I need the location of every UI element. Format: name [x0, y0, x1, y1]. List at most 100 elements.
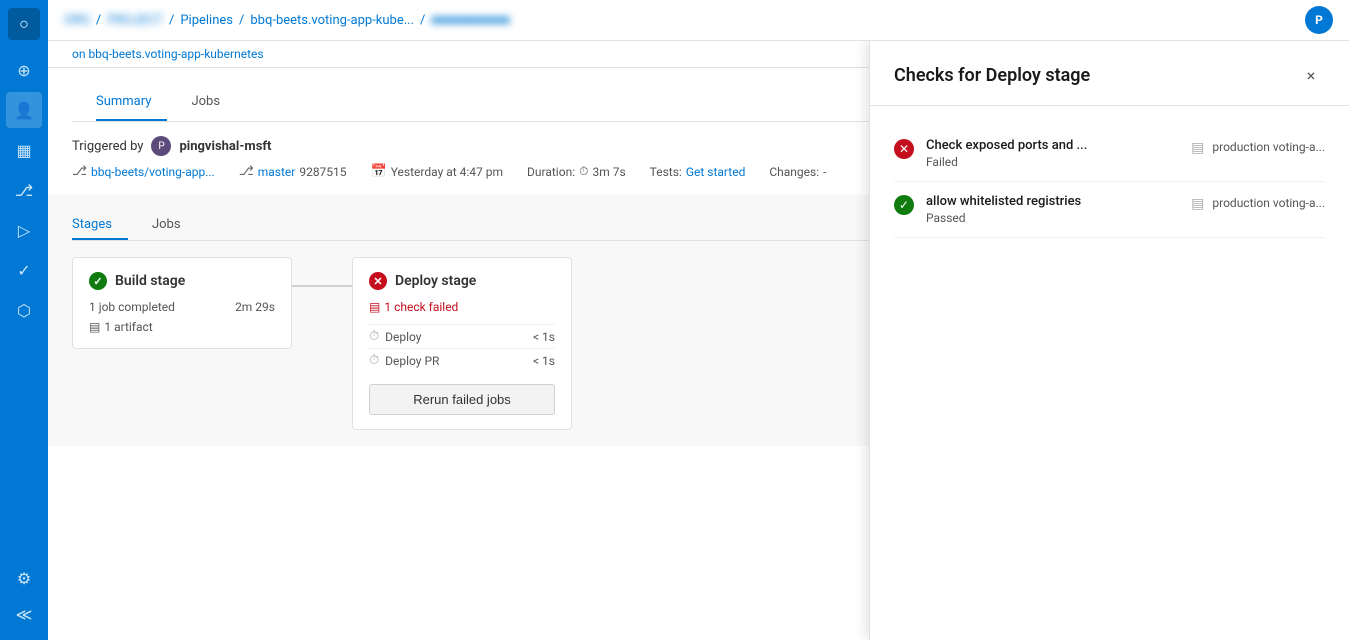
clock-icon-1: ⏱: [369, 329, 379, 344]
branch-label[interactable]: master: [258, 165, 296, 179]
deploy-job-name-2: Deploy PR: [385, 354, 439, 368]
deploy-job-left-1: ⏱ Deploy: [369, 329, 421, 344]
check-item-1: ✕ Check exposed ports and ... Failed ▤ p…: [894, 126, 1325, 182]
testplans-icon[interactable]: ✓: [6, 252, 42, 288]
build-artifact: ▤ 1 artifact: [89, 320, 275, 334]
pipelines-label[interactable]: Pipelines: [180, 13, 233, 28]
home-icon[interactable]: ⊕: [6, 52, 42, 88]
rerun-failed-button[interactable]: Rerun failed jobs: [369, 384, 555, 415]
sidebar: ○ ⊕ 👤 ▦ ⎇ ▷ ✓ ⬡ ⚙ ≪: [0, 0, 48, 640]
breadcrumb: ORG / PROJECT / Pipelines / bbq-beets.vo…: [64, 12, 510, 28]
stage-tab-jobs[interactable]: Jobs: [152, 211, 197, 240]
duration-value: ⏱: [579, 164, 588, 179]
check-name-2[interactable]: allow whitelisted registries: [926, 194, 1081, 209]
breadcrumb-sep-1: /: [96, 13, 101, 28]
repo-path-label[interactable]: bbq-beets.voting-app-kube...: [250, 13, 414, 28]
check-status-text-2: Passed: [926, 211, 1081, 225]
build-duration: 2m 29s: [235, 300, 275, 314]
duration-time: 3m 7s: [592, 165, 625, 179]
breadcrumb-sep-2: /: [169, 13, 174, 28]
build-stage-card: ✓ Build stage 1 job completed 2m 29s ▤ 1…: [72, 257, 292, 349]
meta-repo: ⎇ bbq-beets/voting-app...: [72, 164, 215, 179]
sidebar-bottom: ⚙ ≪: [6, 560, 42, 632]
repos-icon[interactable]: ⎇: [6, 172, 42, 208]
panel-header: Checks for Deploy stage ×: [870, 41, 1349, 106]
check-info-2: allow whitelisted registries Passed: [926, 194, 1081, 225]
artifacts-icon[interactable]: ⬡: [6, 292, 42, 328]
deploy-job-name-1: Deploy: [385, 330, 421, 344]
check-item-left-2: ✓ allow whitelisted registries Passed: [894, 194, 1081, 225]
changes-label: Changes:: [769, 165, 819, 179]
project-label[interactable]: PROJECT: [107, 13, 163, 28]
check-item-2: ✓ allow whitelisted registries Passed ▤ …: [894, 182, 1325, 238]
trigger-user: pingvishal-msft: [179, 139, 271, 154]
meta-changes: Changes: -: [769, 165, 826, 179]
check-failed-row[interactable]: ▤ 1 check failed: [369, 300, 555, 314]
stage-tab-stages[interactable]: Stages: [72, 211, 128, 240]
deploy-stage-card: ✕ Deploy stage ▤ 1 check failed ⏱ Deploy…: [352, 257, 572, 430]
sidebar-logo[interactable]: ○: [8, 8, 40, 40]
artifact-icon: ▤: [89, 320, 100, 334]
deploy-job-row-2[interactable]: ⏱ Deploy PR < 1s: [369, 348, 555, 372]
build-stage-header: ✓ Build stage: [89, 272, 275, 290]
calendar-icon: 📅: [371, 164, 387, 179]
check-right-2: ▤ production voting-a...: [1191, 194, 1325, 212]
meta-duration: Duration: ⏱ 3m 7s: [527, 164, 626, 179]
meta-date: 📅 Yesterday at 4:47 pm: [371, 164, 503, 179]
content-area: on bbq-beets.voting-app-kubernetes Summa…: [48, 41, 1349, 640]
repo-link-text[interactable]: bbq-beets/voting-app...: [91, 165, 215, 179]
stage-connector: [292, 285, 352, 287]
tab-jobs-top[interactable]: Jobs: [191, 84, 236, 121]
main-content: ORG / PROJECT / Pipelines / bbq-beets.vo…: [48, 0, 1349, 640]
branch-icon: ⎇: [239, 164, 254, 179]
deploy-job-left-2: ⏱ Deploy PR: [369, 353, 439, 368]
tab-summary[interactable]: Summary: [96, 84, 167, 121]
tests-label: Tests:: [650, 165, 682, 179]
check-repo-icon-1: ▤: [1191, 140, 1204, 156]
repo-icon: ⎇: [72, 164, 87, 179]
check-item-left-1: ✕ Check exposed ports and ... Failed: [894, 138, 1087, 169]
collapse-icon[interactable]: ≪: [6, 596, 42, 632]
commit-id: 9287515: [299, 165, 346, 179]
clock-icon-2: ⏱: [369, 353, 379, 368]
panel-close-button[interactable]: ×: [1297, 61, 1325, 89]
check-repo-name-2: production voting-a...: [1212, 196, 1325, 210]
pipelines-icon[interactable]: ▷: [6, 212, 42, 248]
duration-label: Duration:: [527, 165, 575, 179]
org-label[interactable]: ORG: [64, 13, 90, 28]
checks-panel: Checks for Deploy stage × ✕ Check expose…: [869, 41, 1349, 640]
changes-value: -: [823, 165, 826, 179]
check-repo-name-1: production voting-a...: [1212, 140, 1325, 154]
deploy-job-dur-1: < 1s: [533, 330, 555, 344]
check-status-text-1: Failed: [926, 155, 1087, 169]
build-stage-meta: 1 job completed 2m 29s: [89, 300, 275, 314]
tests-link[interactable]: Get started: [686, 165, 746, 179]
topbar-right: P: [1305, 6, 1333, 34]
build-status-icon: ✓: [89, 272, 107, 290]
topbar: ORG / PROJECT / Pipelines / bbq-beets.vo…: [48, 0, 1349, 41]
triggered-by-label: Triggered by: [72, 139, 143, 154]
meta-branch: ⎇ master 9287515: [239, 164, 347, 179]
meta-tests: Tests: Get started: [650, 165, 746, 179]
build-stage-title: Build stage: [115, 273, 185, 289]
check-status-failed-icon: ✕: [894, 139, 914, 159]
run-id-label[interactable]: ■■■■■■■■■■: [431, 12, 510, 28]
check-repo-icon-2: ▤: [1191, 196, 1204, 212]
trigger-avatar: P: [151, 136, 171, 156]
check-name-1[interactable]: Check exposed ports and ...: [926, 138, 1087, 153]
check-icon: ▤: [369, 300, 380, 314]
breadcrumb-sep-3: /: [239, 13, 244, 28]
boards-icon[interactable]: ▦: [6, 132, 42, 168]
check-status-success-icon: ✓: [894, 195, 914, 215]
user-icon[interactable]: 👤: [6, 92, 42, 128]
check-info-1: Check exposed ports and ... Failed: [926, 138, 1087, 169]
deploy-stage-header: ✕ Deploy stage: [369, 272, 555, 290]
check-right-1: ▤ production voting-a...: [1191, 138, 1325, 156]
panel-body: ✕ Check exposed ports and ... Failed ▤ p…: [870, 106, 1349, 640]
deploy-job-dur-2: < 1s: [533, 354, 555, 368]
deploy-stage-title: Deploy stage: [395, 273, 476, 289]
avatar: P: [1305, 6, 1333, 34]
check-failed-label: 1 check failed: [384, 300, 458, 314]
deploy-job-row-1[interactable]: ⏱ Deploy < 1s: [369, 324, 555, 348]
settings-icon[interactable]: ⚙: [6, 560, 42, 596]
